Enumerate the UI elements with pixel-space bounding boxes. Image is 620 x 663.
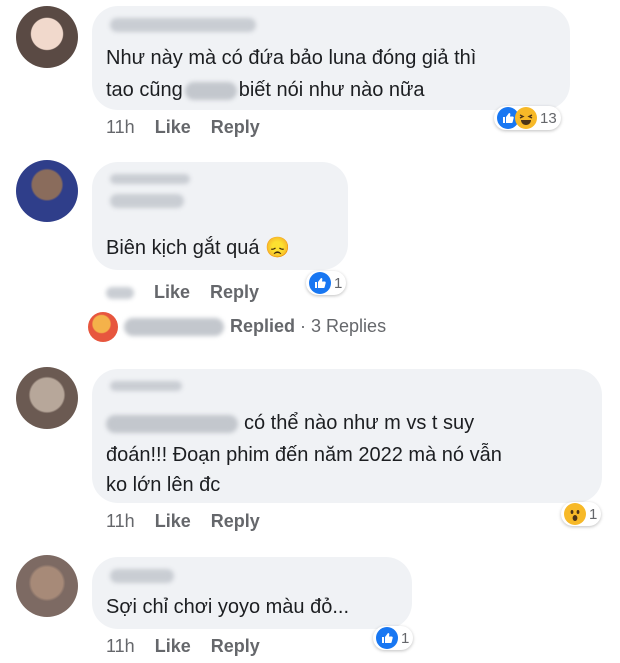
comment-bubble: Như này mà có đứa bảo luna đóng giả thì … (92, 6, 570, 110)
like-icon (376, 627, 398, 649)
commenter-name[interactable] (110, 18, 256, 32)
replied-label[interactable]: Replied (230, 316, 295, 336)
comment-text: Sợi chỉ chơi yoyo màu đỏ... (106, 596, 349, 618)
timestamp[interactable]: 11h (106, 636, 135, 656)
avatar[interactable] (16, 555, 78, 617)
replies-row[interactable]: Replied · 3 Replies (124, 316, 386, 337)
commenter-name[interactable] (110, 174, 190, 184)
reaction-count: 13 (540, 109, 557, 127)
reaction-count: 1 (589, 505, 598, 523)
reply-button[interactable]: Reply (211, 117, 260, 137)
commenter-name[interactable] (110, 569, 174, 583)
commenter-name (106, 414, 238, 433)
reaction-summary[interactable]: 1 (373, 626, 414, 650)
reaction-summary[interactable]: 13 (494, 106, 561, 130)
comment-text: có thể nào như m vs t suy (106, 407, 474, 439)
comment-actions: 11h Like Reply (106, 117, 260, 138)
comment-bubble: Biên kịch gắt quá 😞 (92, 162, 348, 270)
comment-actions: Like Reply (106, 282, 259, 303)
replies-count[interactable]: · 3 Replies (300, 316, 386, 336)
reaction-count: 1 (334, 274, 343, 292)
reaction-summary[interactable]: 1 (561, 502, 602, 526)
avatar[interactable] (16, 160, 78, 222)
timestamp[interactable] (106, 287, 134, 299)
comment-bubble: Sợi chỉ chơi yoyo màu đỏ... (92, 557, 412, 629)
comment-actions: 11h Like Reply (106, 511, 260, 532)
censored-word (184, 81, 237, 100)
like-button[interactable]: Like (155, 117, 191, 137)
like-button[interactable]: Like (155, 511, 191, 531)
timestamp[interactable]: 11h (106, 511, 135, 531)
comment-text: tao cũng biết nói như nào nữa (106, 79, 425, 101)
like-button[interactable]: Like (155, 636, 191, 656)
reaction-count: 1 (401, 629, 410, 647)
reply-button[interactable]: Reply (211, 511, 260, 531)
comment-actions: 11h Like Reply (106, 636, 260, 657)
comment-text: Biên kịch gắt quá 😞 (106, 237, 290, 259)
like-button[interactable]: Like (154, 282, 190, 302)
commenter-name[interactable] (110, 381, 182, 391)
comment-text: đoán!!! Đoạn phim đến năm 2022 mà nó vẫn (106, 444, 502, 466)
wow-icon (564, 503, 586, 525)
commenter-name[interactable] (110, 194, 184, 208)
comment-text: ko lớn lên đc (106, 474, 221, 496)
reply-button[interactable]: Reply (210, 282, 259, 302)
haha-icon (515, 107, 537, 129)
timestamp[interactable]: 11h (106, 117, 135, 137)
reaction-summary[interactable]: 1 (306, 271, 347, 295)
reply-button[interactable]: Reply (211, 636, 260, 656)
comment-bubble: có thể nào như m vs t suy đoán!!! Đoạn p… (92, 369, 602, 503)
comment-text: Như này mà có đứa bảo luna đóng giả thì (106, 47, 477, 69)
avatar[interactable] (88, 312, 118, 342)
replier-name (124, 318, 224, 337)
like-icon (309, 272, 331, 294)
avatar[interactable] (16, 6, 78, 68)
avatar[interactable] (16, 367, 78, 429)
